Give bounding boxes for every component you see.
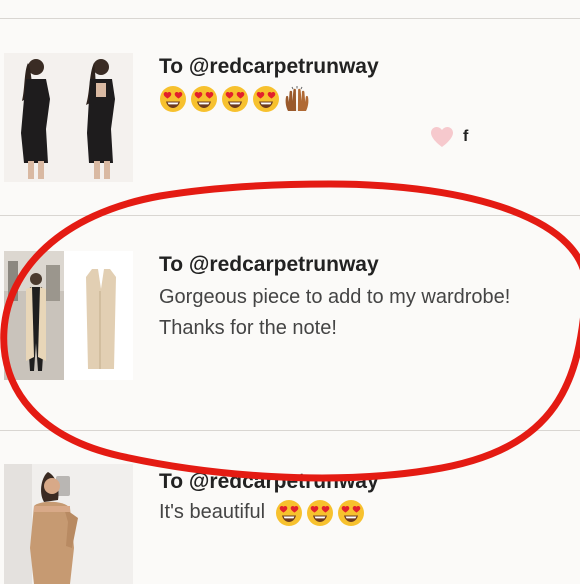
sequin-dress-photo[interactable] <box>4 464 133 584</box>
heart-eyes-emoji <box>222 86 248 112</box>
comment-item: To @redcarpetrunway It's beautiful <box>0 431 580 584</box>
black-lace-dress-photo[interactable] <box>4 53 133 182</box>
emoji-row <box>275 499 365 527</box>
beige-long-vest-photo[interactable] <box>4 251 133 380</box>
comment-text-line: It's beautiful <box>159 497 379 528</box>
like-button[interactable]: f <box>430 126 468 148</box>
heart-icon <box>431 127 453 147</box>
like-label: f <box>463 128 469 145</box>
comment-text-line: Thanks for the note! <box>159 317 337 339</box>
heart-eyes-emoji <box>191 86 217 112</box>
comment-recipient: To @redcarpetrunway <box>159 253 379 276</box>
comment-recipient: To @redcarpetrunway <box>159 55 379 78</box>
comment-item: To @redcarpetrunway Gorgeous piece to ad… <box>0 216 580 430</box>
emoji-row <box>159 85 379 113</box>
heart-eyes-emoji <box>253 86 279 112</box>
heart-eyes-emoji <box>160 86 186 112</box>
comment-item: To @redcarpetrunway f <box>0 19 580 215</box>
comment-text: It's beautiful <box>159 501 266 523</box>
comment-recipient: To @redcarpetrunway <box>159 470 379 493</box>
heart-eyes-emoji <box>275 499 302 526</box>
heart-eyes-emoji <box>306 499 333 526</box>
heart-eyes-emoji <box>337 499 364 526</box>
comment-text-line: Gorgeous piece to add to my wardrobe! <box>159 286 511 308</box>
raised-hands-emoji <box>285 85 309 112</box>
